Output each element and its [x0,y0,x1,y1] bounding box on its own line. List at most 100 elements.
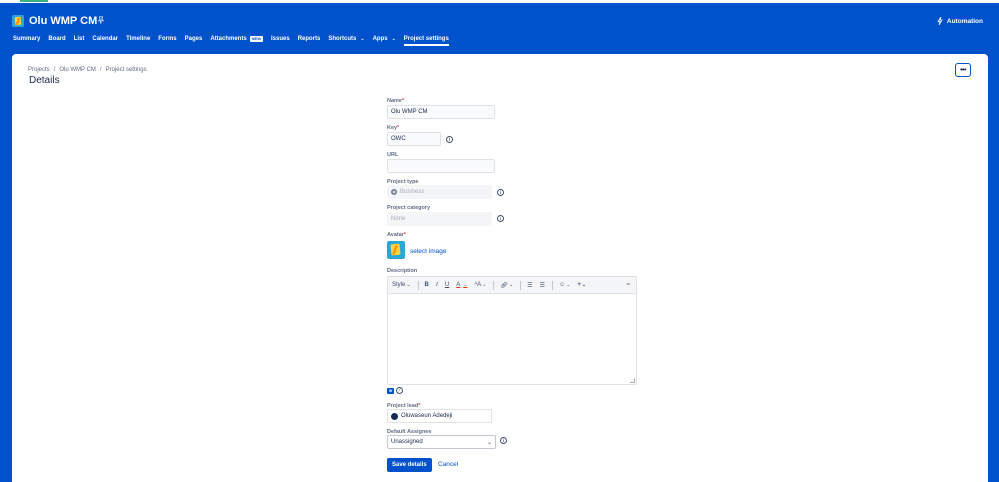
tab-pages[interactable]: Pages [185,33,203,45]
strip-accent [20,0,48,2]
select-image-link[interactable]: select image [410,248,447,255]
project-logo-icon [12,15,24,27]
link-button[interactable]: 🔗︎ ⌄ [500,282,513,289]
url-label: URL [387,152,399,158]
editor-footer: W ? [387,387,403,394]
insert-button[interactable]: + ⌄ [577,282,586,288]
avatar [391,412,398,420]
breadcrumb-settings[interactable]: Project settings [106,67,147,73]
project-avatar-image[interactable] [387,241,405,259]
tab-label: Forms [158,36,177,42]
plus-icon: + [577,282,581,288]
url-input[interactable] [387,159,495,173]
tab-apps[interactable]: Apps ⌄ [373,33,396,45]
tab-summary[interactable]: Summary [13,33,40,45]
project-category-label: Project category [387,205,431,211]
wiki-markup-icon[interactable]: W [387,387,394,394]
tab-calendar[interactable]: Calendar [92,33,118,45]
tab-timeline[interactable]: Timeline [126,33,150,45]
key-label: Key* [387,125,400,131]
toolbar-divider [552,280,553,290]
italic-button[interactable]: I [436,282,438,288]
underline-button[interactable]: U [445,282,449,288]
tab-project-settings[interactable]: Project settings [403,33,449,46]
breadcrumb-separator: / [99,67,102,73]
lightning-icon [937,17,943,25]
default-assignee-value: Unassigned [391,439,423,445]
tab-list[interactable]: List [74,33,85,45]
toolbar-divider [493,280,495,290]
project-lead-value: Oluwaseun Adedeji [401,413,453,419]
tab-label: Issues [271,36,290,42]
save-details-button[interactable]: Save details [387,458,432,472]
tab-reports[interactable]: Reports [298,33,321,45]
name-label: Name* [387,98,404,104]
font-size-button[interactable]: ᴬA ⌄ [474,282,486,288]
project-type-value: Business [400,189,425,195]
collapse-toolbar-button[interactable]: ≈ [627,282,630,288]
chevron-down-icon: ⌄ [486,440,492,446]
info-icon[interactable]: i [497,189,504,196]
avatar-label: Avatar* [387,232,406,238]
tab-label: Shortcuts [328,36,357,42]
tab-label: Summary [13,36,41,42]
toolbar-divider [417,280,419,290]
project-lead-picker[interactable]: Oluwaseun Adedeji [387,409,492,423]
breadcrumb: Projects / Olu WMP CM / Project settings [28,67,147,73]
page-title: Details [29,75,60,86]
breadcrumb-projects[interactable]: Projects [28,67,50,73]
project-category-select[interactable]: None [387,212,492,226]
business-type-icon [391,189,397,195]
description-editor: Style ⌄ B I U A ⌄ ᴬA ⌄ 🔗︎ ⌄ ☰ ☰ ☺ ⌄ + ⌄ ≈ [387,276,637,385]
name-input[interactable]: Olu WMP CM [387,105,495,119]
collapse-icon: ≈ [626,282,630,288]
tab-label: Pages [184,36,203,42]
tab-attachments[interactable]: Attachments NEW [210,33,264,45]
tab-shortcuts[interactable]: Shortcuts ⌄ [328,33,364,45]
emoji-button[interactable]: ☺ ⌄ [559,282,570,288]
tab-label: Board [48,36,66,42]
chevron-down-icon: ⌄ [391,36,396,42]
tab-forms[interactable]: Forms [158,33,176,45]
project-nav: Summary Board List Calendar Timeline For… [13,33,457,46]
pin-icon[interactable] [97,16,105,24]
tab-label: Apps [372,36,388,42]
info-icon[interactable]: i [497,215,504,222]
bullet-list-button[interactable]: ☰ [527,282,532,289]
chevron-down-icon: ⌄ [360,36,365,42]
info-icon[interactable]: i [500,437,507,444]
breadcrumb-project[interactable]: Olu WMP CM [59,67,96,73]
tab-issues[interactable]: Issues [271,33,290,45]
project-type-field: Business [387,185,492,199]
new-badge: NEW [249,36,264,42]
cancel-button[interactable]: Cancel [438,461,458,468]
tab-label: Timeline [126,36,151,42]
automation-label: Automation [946,17,983,25]
more-actions-button[interactable]: ••• [955,63,971,77]
toolbar-divider [520,280,522,290]
default-assignee-select[interactable]: Unassigned ⌄ [387,435,496,449]
description-textarea[interactable] [388,294,636,384]
help-icon[interactable]: ? [396,387,403,394]
bullet-list-icon: ☰ [527,282,533,289]
style-dropdown[interactable]: Style ⌄ [392,282,411,288]
resize-handle[interactable] [630,378,635,383]
more-icon: ••• [960,66,966,74]
numbered-list-icon: ☰ [539,282,545,289]
project-header: Olu WMP CM Automation Summary Board List… [0,3,999,46]
key-input[interactable]: OWC [387,132,441,146]
description-label: Description [387,268,418,274]
tab-board[interactable]: Board [48,33,65,45]
project-title: Olu WMP CM [29,15,98,27]
tab-label: Calendar [92,36,119,42]
numbered-list-button[interactable]: ☰ [540,282,545,289]
tab-label: Attachments [210,36,247,42]
link-icon: 🔗︎ [500,282,509,289]
info-icon[interactable]: i [446,136,453,143]
tab-label: List [73,36,85,42]
tab-label: Reports [297,36,321,42]
text-color-button[interactable]: A ⌄ [456,282,467,288]
automation-button[interactable]: Automation [937,17,983,25]
tab-label: Project settings [403,36,449,42]
bold-button[interactable]: B [425,282,429,288]
